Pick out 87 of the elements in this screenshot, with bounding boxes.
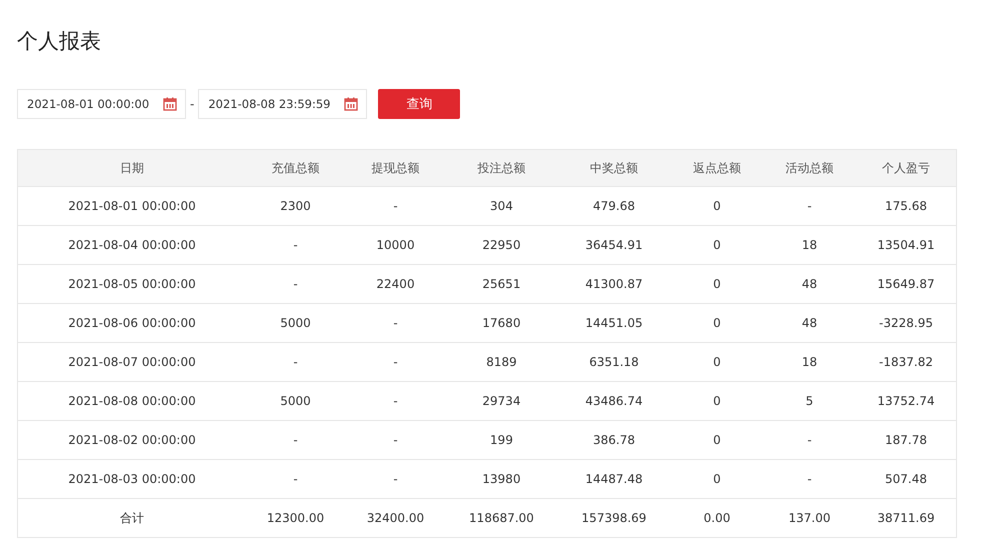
table-cell: 8189 — [446, 342, 557, 382]
calendar-icon[interactable] — [163, 97, 177, 111]
column-header: 返点总额 — [671, 150, 763, 186]
date-field[interactable]: 2021-08-08 23:59:59 — [198, 89, 368, 119]
table-cell: 43486.74 — [557, 382, 671, 420]
column-header: 投注总额 — [446, 150, 557, 186]
table-cell: - — [345, 342, 446, 382]
table-cell: 15649.87 — [856, 264, 956, 304]
query-button[interactable]: 查询 — [378, 89, 460, 119]
column-header: 个人盈亏 — [856, 150, 956, 186]
column-header: 提现总额 — [345, 150, 446, 186]
table-cell: 479.68 — [557, 186, 671, 226]
table-cell: - — [246, 342, 345, 382]
table-cell: 17680 — [446, 304, 557, 342]
table-cell: 304 — [446, 186, 557, 226]
table-cell: 2021-08-07 00:00:00 — [18, 342, 246, 382]
table-cell: - — [345, 382, 446, 420]
table-cell: 175.68 — [856, 186, 956, 226]
table-cell: 0 — [671, 382, 763, 420]
total-cell: 157398.69 — [557, 498, 671, 538]
table-cell: 29734 — [446, 382, 557, 420]
table-cell: 5000 — [246, 304, 345, 342]
table-cell: - — [246, 226, 345, 264]
table-cell: - — [345, 304, 446, 342]
total-cell: 137.00 — [763, 498, 856, 538]
table-cell: 18 — [763, 226, 856, 264]
table-cell: 2021-08-06 00:00:00 — [18, 304, 246, 342]
table-cell: - — [345, 420, 446, 460]
table-cell: 18 — [763, 342, 856, 382]
total-cell: 118687.00 — [446, 498, 557, 538]
table-cell: 10000 — [345, 226, 446, 264]
table-cell: 507.48 — [856, 460, 956, 498]
total-cell: 0.00 — [671, 498, 763, 538]
table-cell: 0 — [671, 226, 763, 264]
table-cell: 187.78 — [856, 420, 956, 460]
table-cell: - — [763, 420, 856, 460]
column-header: 日期 — [18, 150, 246, 186]
table-cell: -3228.95 — [856, 304, 956, 342]
table-cell: 2300 — [246, 186, 345, 226]
table-cell: 2021-08-03 00:00:00 — [18, 460, 246, 498]
table-cell: 0 — [671, 186, 763, 226]
table-cell: 2021-08-04 00:00:00 — [18, 226, 246, 264]
table-cell: 13504.91 — [856, 226, 956, 264]
table-cell: 386.78 — [557, 420, 671, 460]
table-cell: 0 — [671, 342, 763, 382]
table-cell: 6351.18 — [557, 342, 671, 382]
table-cell: - — [345, 460, 446, 498]
table-cell: 5 — [763, 382, 856, 420]
table-cell: 41300.87 — [557, 264, 671, 304]
total-cell: 38711.69 — [856, 498, 956, 538]
table-cell: 36454.91 — [557, 226, 671, 264]
table-cell: 0 — [671, 460, 763, 498]
table-cell: 2021-08-01 00:00:00 — [18, 186, 246, 226]
table-cell: 2021-08-02 00:00:00 — [18, 420, 246, 460]
table-cell: 0 — [671, 420, 763, 460]
total-cell: 合计 — [18, 498, 246, 538]
column-header: 充值总额 — [246, 150, 345, 186]
table-cell: 2021-08-08 00:00:00 — [18, 382, 246, 420]
table-cell: - — [246, 460, 345, 498]
date-field[interactable]: 2021-08-01 00:00:00 — [17, 89, 186, 119]
total-cell: 12300.00 — [246, 498, 345, 538]
page-title: 个人报表 — [17, 28, 102, 55]
table-cell: 14451.05 — [557, 304, 671, 342]
table-cell: 0 — [671, 304, 763, 342]
table-cell: 48 — [763, 304, 856, 342]
table-cell: - — [246, 264, 345, 304]
table-cell: 2021-08-05 00:00:00 — [18, 264, 246, 304]
column-header: 中奖总额 — [557, 150, 671, 186]
table-cell: - — [763, 460, 856, 498]
table-cell: 13980 — [446, 460, 557, 498]
table-cell: 0 — [671, 264, 763, 304]
total-cell: 32400.00 — [345, 498, 446, 538]
table-cell: 14487.48 — [557, 460, 671, 498]
table-cell: -1837.82 — [856, 342, 956, 382]
table-cell: - — [246, 420, 345, 460]
table-cell: - — [345, 186, 446, 226]
table-cell: 48 — [763, 264, 856, 304]
table-cell: - — [763, 186, 856, 226]
column-header: 活动总额 — [763, 150, 856, 186]
table-cell: 25651 — [446, 264, 557, 304]
range-separator: - — [190, 97, 194, 111]
table-cell: 5000 — [246, 382, 345, 420]
table-cell: 13752.74 — [856, 382, 956, 420]
table-cell: 22950 — [446, 226, 557, 264]
table-cell: 199 — [446, 420, 557, 460]
calendar-icon[interactable] — [344, 97, 358, 111]
table-cell: 22400 — [345, 264, 446, 304]
